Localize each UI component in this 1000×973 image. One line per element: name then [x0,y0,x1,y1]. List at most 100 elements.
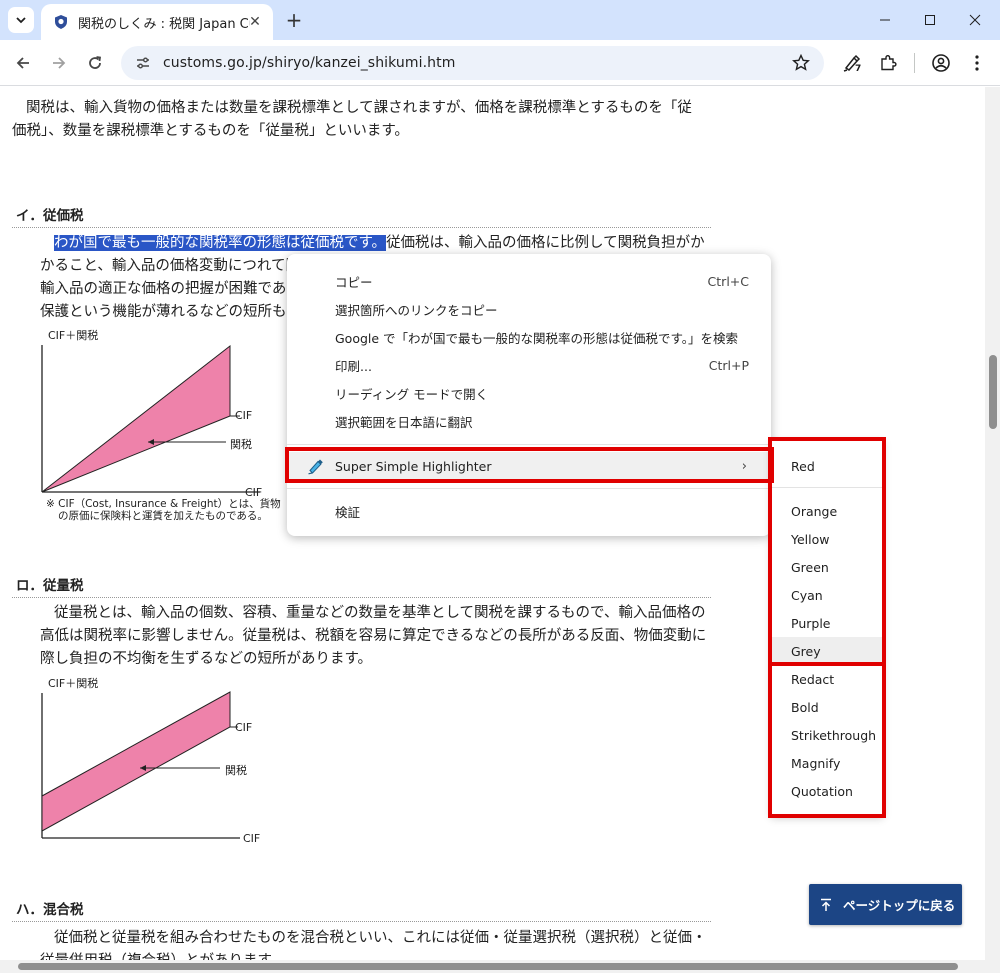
forward-button[interactable] [45,49,73,77]
ad-valorem-chart: CIF＋関税 CIF 関税 CIF [40,327,290,502]
submenu-item-red[interactable]: Red [771,452,883,480]
highlighter-pen-icon [308,459,323,475]
maximize-icon [925,15,935,25]
minimize-button[interactable] [862,4,908,36]
address-bar[interactable]: customs.go.jp/shiryo/kanzei_shikumi.htm [121,46,824,80]
chevron-down-icon [16,17,26,24]
submenu-item-label: Orange [791,503,838,519]
profile-button[interactable] [927,49,955,77]
menu-item-search-google[interactable]: Google で「わが国で最も一般的な関税率の形態は従価税です。」を検索 [287,323,771,351]
new-tab-button[interactable]: + [281,7,307,33]
chart1-cif-label: CIF [235,409,253,422]
menu-item-copy-link-to-highlight[interactable]: 選択箇所へのリンクをコピー [287,295,771,323]
extensions-button[interactable] [874,49,902,77]
menu-item-label: Google で「わが国で最も一般的な関税率の形態は従価税です。」を検索 [335,330,739,346]
bookmark-star-icon[interactable] [792,54,810,72]
account-circle-icon [932,54,950,72]
submenu-item-orange[interactable]: Orange [771,497,883,525]
vertical-scroll-thumb[interactable] [989,355,997,429]
close-tab-icon[interactable]: ✕ [247,14,263,30]
highlighter-extension-button[interactable]: 7 [838,49,866,77]
arrow-left-icon [16,57,29,69]
section-heading-ad-valorem: イ．従価税 [16,208,84,224]
heading-divider [12,921,711,922]
active-tab[interactable]: 関税のしくみ : 税関 Japan Customs ✕ [41,4,273,40]
reload-icon [89,56,102,69]
submenu-item-magnify[interactable]: Magnify [771,749,883,777]
mixed-duty-line-1: 従価税と従量税を組み合わせたものを混合税といい、これには従価・従量選択税（選択税… [54,930,707,946]
arrow-right-icon [53,57,66,69]
menu-item-translate[interactable]: 選択範囲を日本語に翻訳 [287,407,771,435]
minimize-icon [880,19,890,21]
cif-note-line-2: の原価に保険料と運賃を加えたものである。 [58,510,268,522]
back-to-top-label: ページトップに戻る [843,898,956,913]
submenu-item-green[interactable]: Green [771,553,883,581]
highlighter-submenu: Red Orange Yellow Green Cyan Purple Grey… [771,440,883,816]
section-heading-mixed-duty: ハ．混合税 [16,902,84,918]
more-vertical-icon [975,55,979,71]
chart2-graphic [41,691,240,839]
chevron-right-icon: › [741,458,747,474]
menu-item-inspect[interactable]: 検証 [287,497,771,525]
submenu-item-label: Magnify [791,755,841,771]
context-menu: コピー Ctrl+C 選択箇所へのリンクをコピー Google で「わが国で最も… [287,254,771,536]
submenu-item-purple[interactable]: Purple [771,609,883,637]
site-settings-icon[interactable] [133,53,153,73]
menu-item-super-simple-highlighter[interactable]: Super Simple Highlighter › [287,452,771,480]
menu-separator [287,444,771,445]
menu-item-label: 検証 [335,504,361,520]
menu-item-copy[interactable]: コピー Ctrl+C [287,267,771,295]
submenu-item-yellow[interactable]: Yellow [771,525,883,553]
chart1-tariff-label: 関税 [230,438,252,451]
back-button[interactable] [9,49,37,77]
menu-item-label: リーディング モードで開く [335,386,489,402]
submenu-item-cyan[interactable]: Cyan [771,581,883,609]
chart1-tariff-band [41,344,231,493]
customs-favicon-icon [55,15,67,29]
maximize-button[interactable] [907,4,953,36]
vertical-scrollbar[interactable] [985,87,1000,960]
cif-note-line-1: ※ CIF（Cost, Insurance & Freight）とは、貨物 [46,498,281,510]
submenu-item-label: Quotation [791,783,853,799]
reload-button[interactable] [81,49,109,77]
shortcut-copy: Ctrl+C [707,273,749,289]
chart2-tariff-label: 関税 [225,764,247,777]
tab-title: 関税のしくみ : 税関 Japan Customs [78,16,250,32]
menu-item-print[interactable]: 印刷... Ctrl+P [287,351,771,379]
menu-item-reading-mode[interactable]: リーディング モードで開く [287,379,771,407]
selected-text[interactable]: わが国で最も一般的な関税率の形態は従価税です。 [54,235,387,251]
chart2-cif-label: CIF [235,721,253,734]
puzzle-icon [881,55,897,71]
specific-duty-line-1: 従量税とは、輸入品の個数、容積、重量などの数量を基準として関税を課するもので、輸… [54,605,706,621]
submenu-item-label: Yellow [791,531,830,547]
arrow-up-icon [821,898,831,911]
menu-item-label: 選択箇所へのリンクをコピー [335,302,498,318]
submenu-item-redact[interactable]: Redact [771,665,883,693]
menu-item-label: Super Simple Highlighter [335,458,492,474]
menu-item-label: 印刷... [335,358,372,374]
tab-search-button[interactable] [8,7,34,33]
submenu-item-grey[interactable]: Grey [771,637,883,665]
browser-menu-button[interactable] [963,49,991,77]
extension-badge: 7 [855,64,862,74]
heading-divider [12,227,711,228]
close-icon [969,14,981,26]
mixed-duty-line-2: 従量併用税（複合税）とがあります。 [40,950,730,960]
submenu-item-quotation[interactable]: Quotation [771,777,883,805]
horizontal-scrollbar[interactable] [0,960,985,973]
submenu-item-label: Strikethrough [791,727,877,743]
browser-toolbar: customs.go.jp/shiryo/kanzei_shikumi.htm … [0,40,1000,86]
submenu-item-label: Red [791,458,815,474]
url-text: customs.go.jp/shiryo/kanzei_shikumi.htm [163,55,456,71]
heading-divider [12,597,711,598]
close-window-button[interactable] [952,4,998,36]
horizontal-scroll-thumb[interactable] [18,963,958,970]
back-to-top-button[interactable]: ページトップに戻る [809,884,962,925]
submenu-item-bold[interactable]: Bold [771,693,883,721]
tab-strip: 関税のしくみ : 税関 Japan Customs ✕ + [0,0,1000,40]
section-heading-specific-duty: ロ．従量税 [16,578,84,594]
ad-valorem-line-1: わが国で最も一般的な関税率の形態は従価税です。従価税は、輸入品の価格に比例して関… [54,232,714,255]
submenu-item-label: Grey [791,643,821,659]
submenu-item-strikethrough[interactable]: Strikethrough [771,721,883,749]
ad-valorem-line-1-rest: 従価税は、輸入品の価格に比例して関税負担がか [386,235,705,251]
